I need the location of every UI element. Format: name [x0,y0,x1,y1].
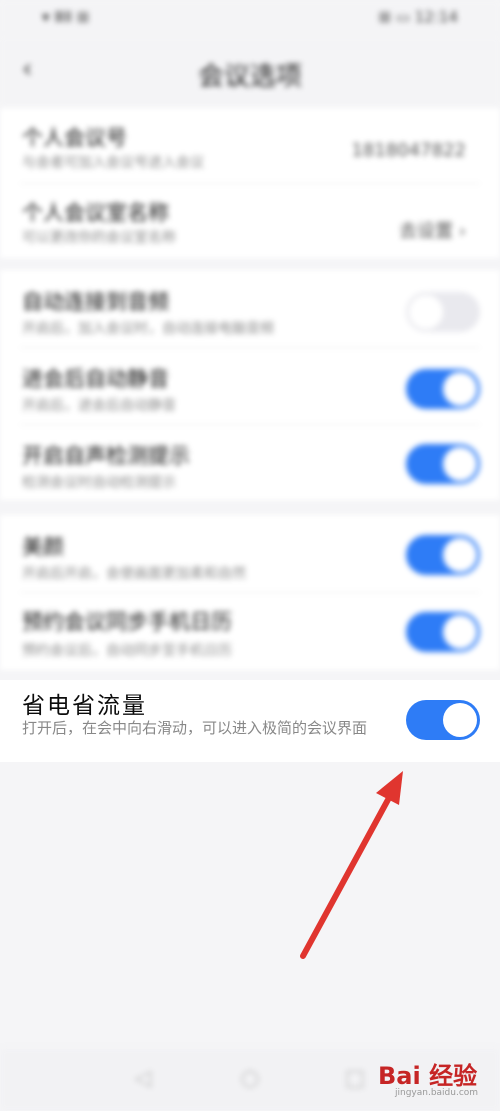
watermark-url: jingyan.baidu.com [395,1088,479,1098]
recent-apps-icon[interactable]: □ [342,1066,368,1092]
back-triangle-icon[interactable]: ◁ [130,1066,156,1092]
baidu-watermark-logo: Bai 经验 [378,1062,478,1090]
annotation-arrow [300,771,403,959]
home-circle-icon[interactable]: ○ [237,1066,263,1092]
